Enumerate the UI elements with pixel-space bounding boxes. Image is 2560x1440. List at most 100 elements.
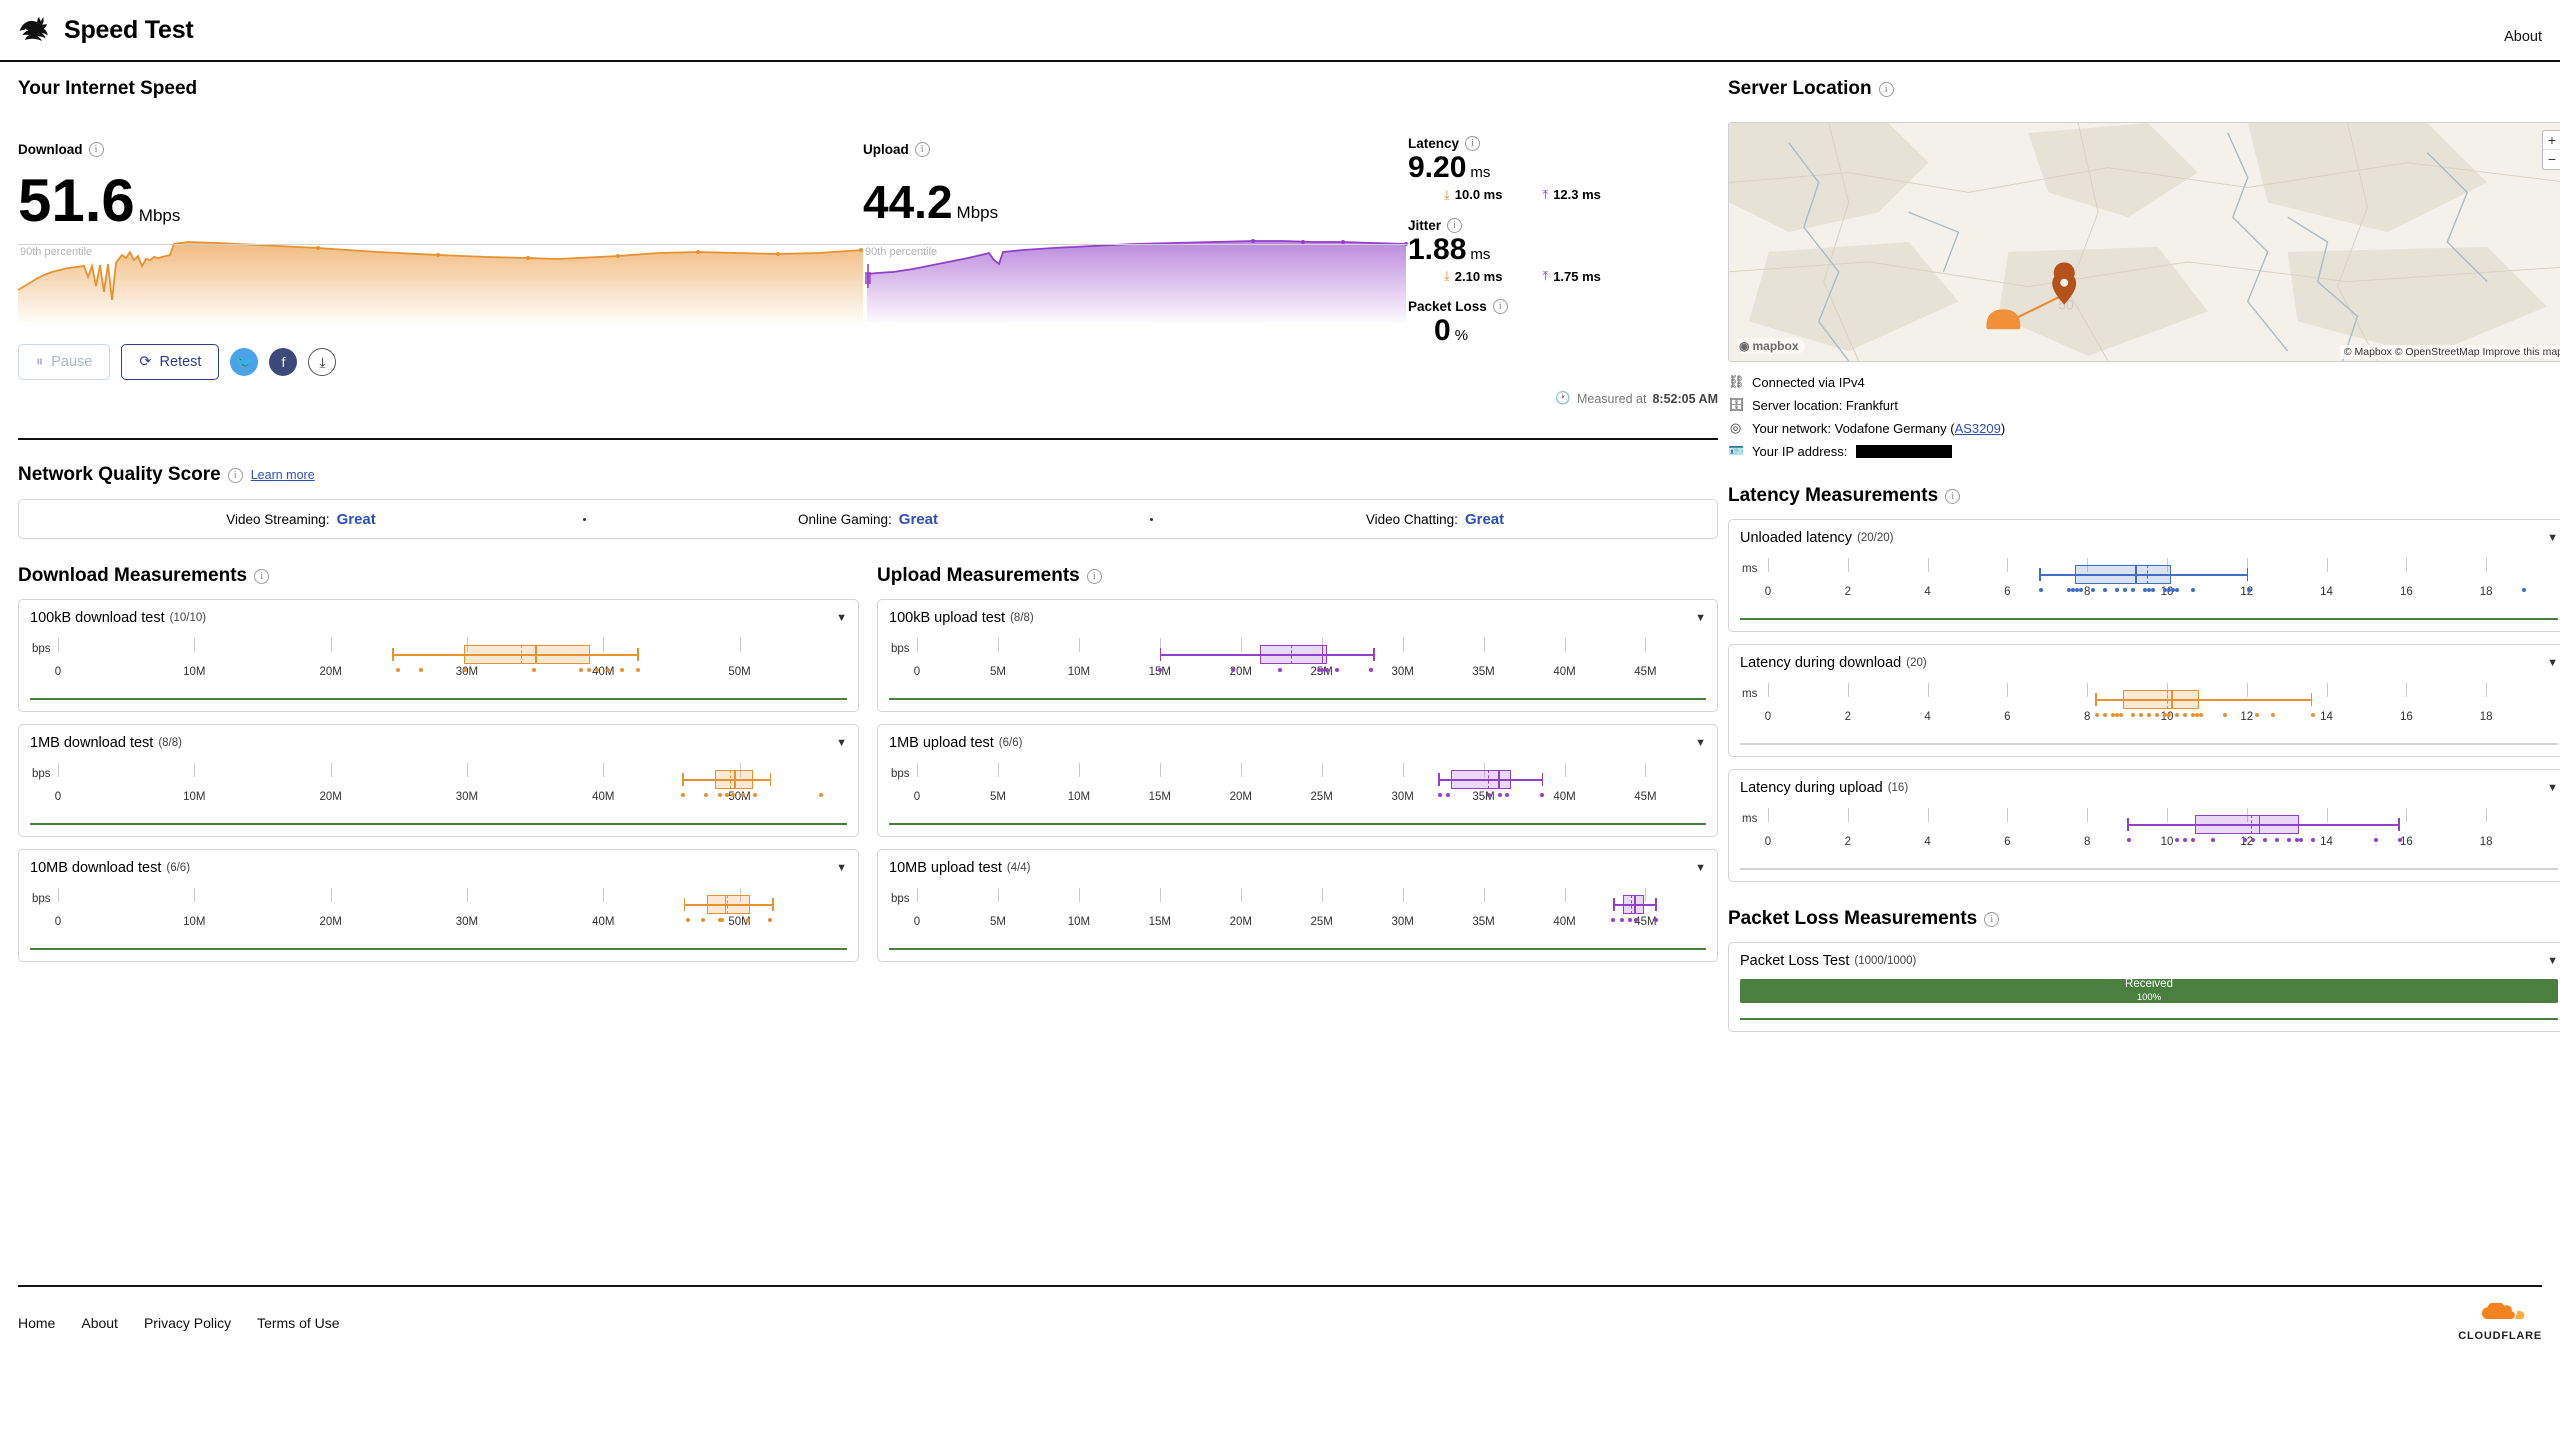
measurement-columns: Download Measurements i 100kB download t… <box>18 565 1718 962</box>
chevron-down-icon[interactable]: ▼ <box>2547 782 2558 794</box>
card-count: (6/6) <box>999 737 1023 749</box>
upload-measurements-title: Upload Measurements i <box>877 565 1718 587</box>
learn-more-link[interactable]: Learn more <box>251 468 315 482</box>
chevron-down-icon[interactable]: ▼ <box>836 862 847 874</box>
axis-tick <box>2486 558 2487 572</box>
zoom-in-button[interactable]: + <box>2543 131 2560 150</box>
map-attribution[interactable]: © Mapbox © OpenStreetMap Improve this ma… <box>2340 345 2560 359</box>
axis-tick-label: 16 <box>2400 586 2413 598</box>
axis: 05M10M15M20M25M30M35M40M45M <box>917 632 1694 690</box>
data-point <box>2147 713 2151 717</box>
latency-upload-value: 12.3 ms <box>1553 187 1601 202</box>
info-icon[interactable]: i <box>89 142 104 157</box>
data-point <box>2522 588 2526 592</box>
pause-label: Pause <box>51 354 92 370</box>
card-title: 10MB upload test <box>889 860 1002 876</box>
axis-tick <box>2486 808 2487 822</box>
chevron-down-icon[interactable]: ▼ <box>836 612 847 624</box>
info-icon[interactable]: i <box>1945 489 1960 504</box>
nqs-rating: Great <box>337 511 376 528</box>
latency-value-row: 9.20ms <box>1408 151 1708 185</box>
info-icon[interactable]: i <box>228 468 243 483</box>
data-point <box>2131 713 2135 717</box>
data-point <box>419 668 423 672</box>
twitter-icon[interactable]: 🐦 <box>230 348 258 376</box>
axis-tick-label: 35M <box>1472 916 1494 928</box>
chevron-down-icon[interactable]: ▼ <box>2547 657 2558 669</box>
info-icon[interactable]: i <box>1465 136 1480 151</box>
axis-tick <box>603 638 604 652</box>
data-point <box>2175 838 2179 842</box>
axis-tick-label: 10 <box>2161 836 2174 848</box>
axis-tick <box>1848 808 1849 822</box>
axis-tick <box>1768 808 1769 822</box>
chevron-down-icon[interactable]: ▼ <box>1695 737 1706 749</box>
mapbox-logo[interactable]: ◉ mapbox <box>1737 338 1805 354</box>
axis-tick <box>2327 558 2328 572</box>
server-detail-ip: 🪪 Your IP address: <box>1728 443 2560 459</box>
axis: 024681012141618 <box>1768 552 2546 610</box>
info-icon[interactable]: i <box>1879 82 1894 97</box>
axis-tick <box>1079 763 1080 777</box>
pause-button[interactable]: ⏸ Pause <box>18 344 110 380</box>
speed-test-page: Speed Test About Your Internet Speed Dow… <box>0 0 2560 1440</box>
data-point <box>1278 668 1282 672</box>
packet-loss-unit: % <box>1455 327 1468 344</box>
chevron-down-icon[interactable]: ▼ <box>1695 612 1706 624</box>
measurement-card: 1MB upload test (6/6) ▼ bps 05M10M15M20M… <box>877 724 1718 837</box>
axis-tick-label: 0 <box>55 791 61 803</box>
stats-column: Latency i 9.20ms ⤓10.0 ms ⤒12.3 ms <box>1408 122 1708 322</box>
axis: 024681012141618 <box>1768 677 2546 735</box>
info-icon[interactable]: i <box>915 142 930 157</box>
chevron-down-icon[interactable]: ▼ <box>1695 862 1706 874</box>
info-icon[interactable]: i <box>254 569 269 584</box>
footer-link-about[interactable]: About <box>81 1315 118 1331</box>
upload-unit: Mbps <box>957 203 999 222</box>
about-link[interactable]: About <box>2504 15 2542 45</box>
info-icon[interactable]: i <box>1087 569 1102 584</box>
info-icon[interactable]: i <box>1493 299 1508 314</box>
zoom-out-button[interactable]: − <box>2543 150 2560 169</box>
card-status-bar <box>889 698 1706 701</box>
chevron-down-icon[interactable]: ▼ <box>2547 955 2558 967</box>
asn-link[interactable]: AS3209 <box>1955 421 2001 436</box>
data-point <box>2175 588 2179 592</box>
cloudflare-wordmark: CLOUDFLARE <box>2458 1330 2542 1342</box>
jitter-label-row: Jitter i <box>1408 218 1708 233</box>
measurement-card: Unloaded latency (20/20) ▼ ms 0246810121… <box>1728 519 2560 632</box>
axis-tick <box>603 763 604 777</box>
info-icon[interactable]: i <box>1447 218 1462 233</box>
percentile-line <box>863 244 1408 245</box>
data-point <box>701 918 705 922</box>
info-icon[interactable]: i <box>1984 912 1999 927</box>
whisker-cap-max <box>637 648 639 661</box>
whisker-cap-min <box>2095 693 2097 706</box>
axis: 05M10M15M20M25M30M35M40M45M <box>917 882 1694 940</box>
chevron-down-icon[interactable]: ▼ <box>836 737 847 749</box>
download-icon[interactable]: ⤓ <box>308 348 336 376</box>
whisker-cap-max <box>2311 693 2313 706</box>
footer-link-home[interactable]: Home <box>18 1315 55 1331</box>
footer-link-privacy[interactable]: Privacy Policy <box>144 1315 231 1331</box>
axis-tick <box>331 888 332 902</box>
footer-link-terms[interactable]: Terms of Use <box>257 1315 339 1331</box>
map[interactable]: 50 + − ◉ mapbox <box>1728 122 2560 362</box>
network-prefix: Your network: Vodafone Germany ( <box>1752 421 1955 436</box>
map-zoom-controls[interactable]: + − <box>2542 130 2560 170</box>
packet-loss-value-row: 0% <box>1434 314 1708 348</box>
data-point <box>2131 588 2135 592</box>
data-point <box>1628 918 1632 922</box>
chevron-down-icon[interactable]: ▼ <box>2547 532 2558 544</box>
data-point <box>2299 838 2303 842</box>
card-head: 10MB upload test (4/4) ▼ <box>889 860 1706 876</box>
data-point <box>1498 793 1502 797</box>
axis-unit-label: ms <box>1742 563 1757 575</box>
nqs-label: Video Chatting: <box>1366 512 1458 527</box>
card-status-bar <box>1740 618 2558 621</box>
packet-loss-measurements-title: Packet Loss Measurements i <box>1728 908 2560 930</box>
facebook-icon[interactable]: f <box>269 348 297 376</box>
your-internet-speed-title: Your Internet Speed <box>18 78 1718 100</box>
axis-tick-label: 0 <box>1765 586 1771 598</box>
spacer <box>1408 284 1708 299</box>
retest-button[interactable]: ⟳ Retest <box>121 344 219 380</box>
